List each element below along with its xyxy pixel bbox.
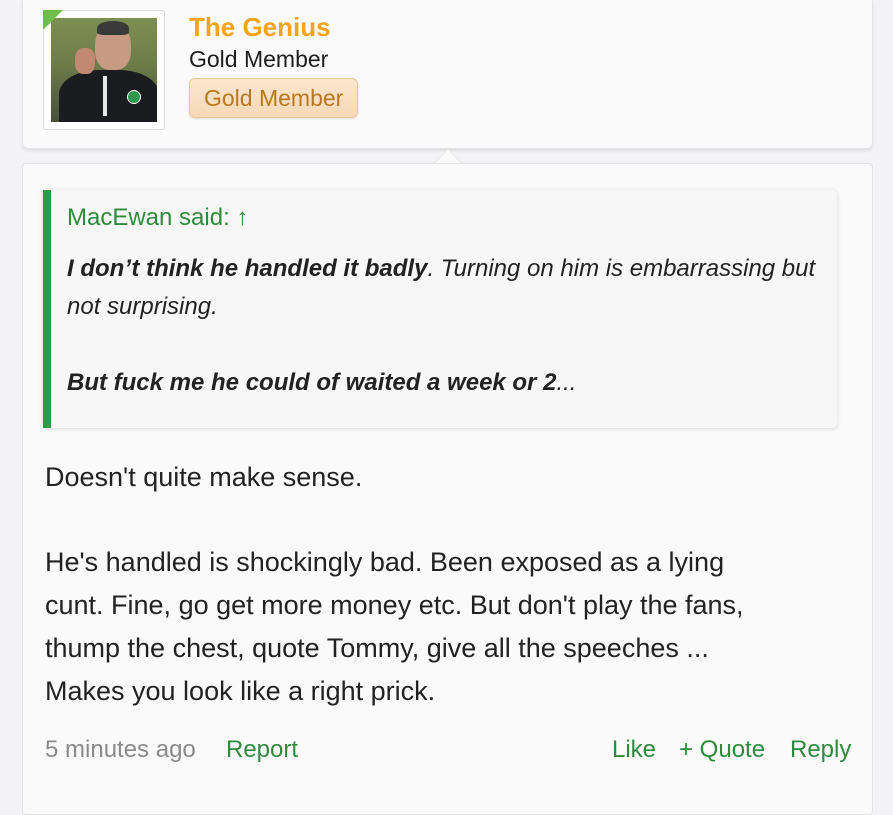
quote-paragraph-1: I don’t think he handled it badly. Turni…: [67, 250, 837, 326]
online-status-icon: [43, 10, 63, 30]
user-banner: Gold Member: [189, 78, 359, 118]
quote-attribution-link[interactable]: MacEwan said: ↑: [67, 204, 248, 232]
message-paragraph: Doesn't quite make sense.: [45, 462, 363, 492]
report-link[interactable]: Report: [226, 736, 298, 764]
message-line: Makes you look like a right prick.: [45, 676, 436, 706]
quote-bold-text: But fuck me he could of waited a week or…: [67, 369, 557, 396]
message-line: cunt. Fine, go get more money etc. But d…: [45, 590, 744, 620]
quote-content: I don’t think he handled it badly. Turni…: [67, 250, 837, 402]
card-pointer: [434, 150, 462, 164]
quote-text: ...: [556, 369, 577, 396]
user-info-card: The Genius Gold Member Gold Member: [22, 0, 873, 149]
username-link[interactable]: The Genius: [189, 12, 331, 43]
quote-block: MacEwan said: ↑ I don’t think he handled…: [43, 190, 837, 428]
quote-paragraph-2: But fuck me he could of waited a week or…: [67, 364, 837, 402]
quote-bold-text: I don’t think he handled it badly: [67, 255, 428, 282]
post-timestamp[interactable]: 5 minutes ago: [45, 736, 196, 764]
quote-button[interactable]: + Quote: [679, 736, 765, 764]
avatar-image: [51, 18, 157, 122]
message-line: He's handled is shockingly bad. Been exp…: [45, 547, 725, 577]
reply-button[interactable]: Reply: [790, 736, 851, 764]
user-title: Gold Member: [189, 46, 329, 72]
post-footer: 5 minutes ago Report Like + Quote Reply: [45, 736, 853, 770]
message-line: thump the chest, quote Tommy, give all t…: [45, 633, 709, 663]
message-content: Doesn't quite make sense. He's handled i…: [45, 456, 845, 713]
post-body: MacEwan said: ↑ I don’t think he handled…: [22, 163, 873, 815]
like-button[interactable]: Like: [612, 736, 656, 764]
